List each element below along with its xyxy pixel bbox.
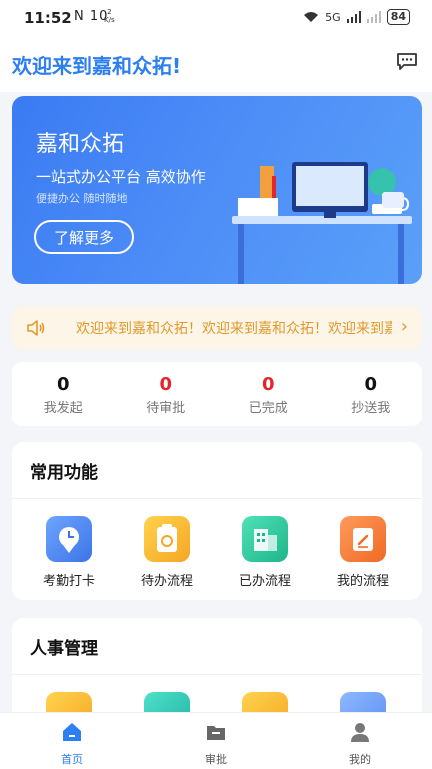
header: 欢迎来到嘉和众拓! [0, 36, 432, 92]
stat-value: 0 [364, 374, 378, 395]
section-title: 常用功能 [30, 463, 98, 483]
chevron-right-icon[interactable]: › [401, 316, 408, 337]
banner-tagline: 便捷办公 随时随地 [36, 192, 128, 205]
network-speed-value: 2 [107, 8, 112, 16]
speaker-icon [27, 320, 45, 336]
banner-subtitle: 一站式办公平台 高效协作 [36, 168, 206, 186]
notice-text: 欢迎来到嘉和众拓！欢迎来到嘉和众拓！欢迎来到嘉和众拓！ [76, 321, 392, 337]
message-icon[interactable] [396, 52, 418, 70]
promo-banner[interactable]: 嘉和众拓 一站式办公平台 高效协作 便捷办公 随时随地 了解更多 [12, 96, 422, 284]
function-label: 待办流程 [140, 574, 193, 589]
stat-value: 0 [56, 374, 70, 395]
signal-icon-2 [366, 11, 381, 23]
user-icon [351, 723, 369, 742]
wifi-icon [304, 12, 319, 22]
tab-approval[interactable]: 审批 [144, 713, 288, 769]
common-functions-card: 常用功能 考勤打卡 待办流程 已办流程 我的流程 [12, 442, 422, 600]
network-speed-unit: K/s [104, 16, 115, 24]
signal-label: 5G [325, 10, 341, 24]
clock-location-icon [46, 516, 92, 562]
tab-mine[interactable]: 我的 [288, 713, 432, 769]
section-title: 人事管理 [30, 639, 98, 659]
bottom-tab-bar: 首页 审批 我的 [0, 712, 432, 769]
function-label: 已办流程 [238, 574, 291, 589]
edit-note-icon [340, 516, 386, 562]
todo-clipboard-icon [144, 516, 190, 562]
stat-value: 0 [261, 374, 275, 395]
building-icon [242, 516, 288, 562]
banner-title: 嘉和众拓 [36, 132, 125, 157]
stat-label: 我发起 [43, 401, 83, 416]
stat-completed[interactable]: 0 已完成 [217, 362, 320, 426]
function-todo[interactable]: 待办流程 [118, 516, 216, 589]
function-label: 考勤打卡 [42, 574, 95, 589]
stat-initiated[interactable]: 0 我发起 [12, 362, 115, 426]
stat-pending-approval[interactable]: 0 待审批 [115, 362, 218, 426]
stat-value: 0 [159, 374, 173, 395]
function-done[interactable]: 已办流程 [216, 516, 314, 589]
stat-label: 已完成 [248, 401, 288, 416]
stats-panel: 0 我发起 0 待审批 0 已完成 0 抄送我 [12, 362, 422, 426]
network-speed: 2 K/s [104, 8, 115, 24]
signal-icon [346, 11, 361, 23]
folder-icon [207, 726, 225, 740]
stat-cc-me[interactable]: 0 抄送我 [320, 362, 423, 426]
stat-label: 待审批 [146, 401, 186, 416]
battery-indicator: 84 [386, 9, 410, 25]
tab-label: 首页 [61, 753, 83, 766]
learn-more-button[interactable]: 了解更多 [34, 220, 134, 254]
page-title: 欢迎来到嘉和众拓! [12, 54, 182, 78]
status-bar: 11:52 N 10 2 K/s 5G 84 [0, 0, 432, 36]
function-label: 我的流程 [336, 574, 389, 589]
function-attendance[interactable]: 考勤打卡 [20, 516, 118, 589]
home-icon [63, 723, 81, 741]
divider [12, 674, 422, 675]
notice-bar[interactable]: 欢迎来到嘉和众拓！欢迎来到嘉和众拓！欢迎来到嘉和众拓！ › [12, 306, 422, 350]
status-time: 11:52 [24, 9, 72, 27]
tab-label: 我的 [349, 753, 371, 766]
tab-home[interactable]: 首页 [0, 713, 144, 769]
office-illustration [232, 162, 412, 284]
tab-label: 审批 [205, 753, 227, 766]
stat-label: 抄送我 [351, 401, 391, 416]
divider [12, 498, 422, 499]
status-right: 5G 84 [303, 9, 410, 25]
function-grid: 考勤打卡 待办流程 已办流程 我的流程 [12, 516, 422, 589]
function-mine[interactable]: 我的流程 [314, 516, 412, 589]
